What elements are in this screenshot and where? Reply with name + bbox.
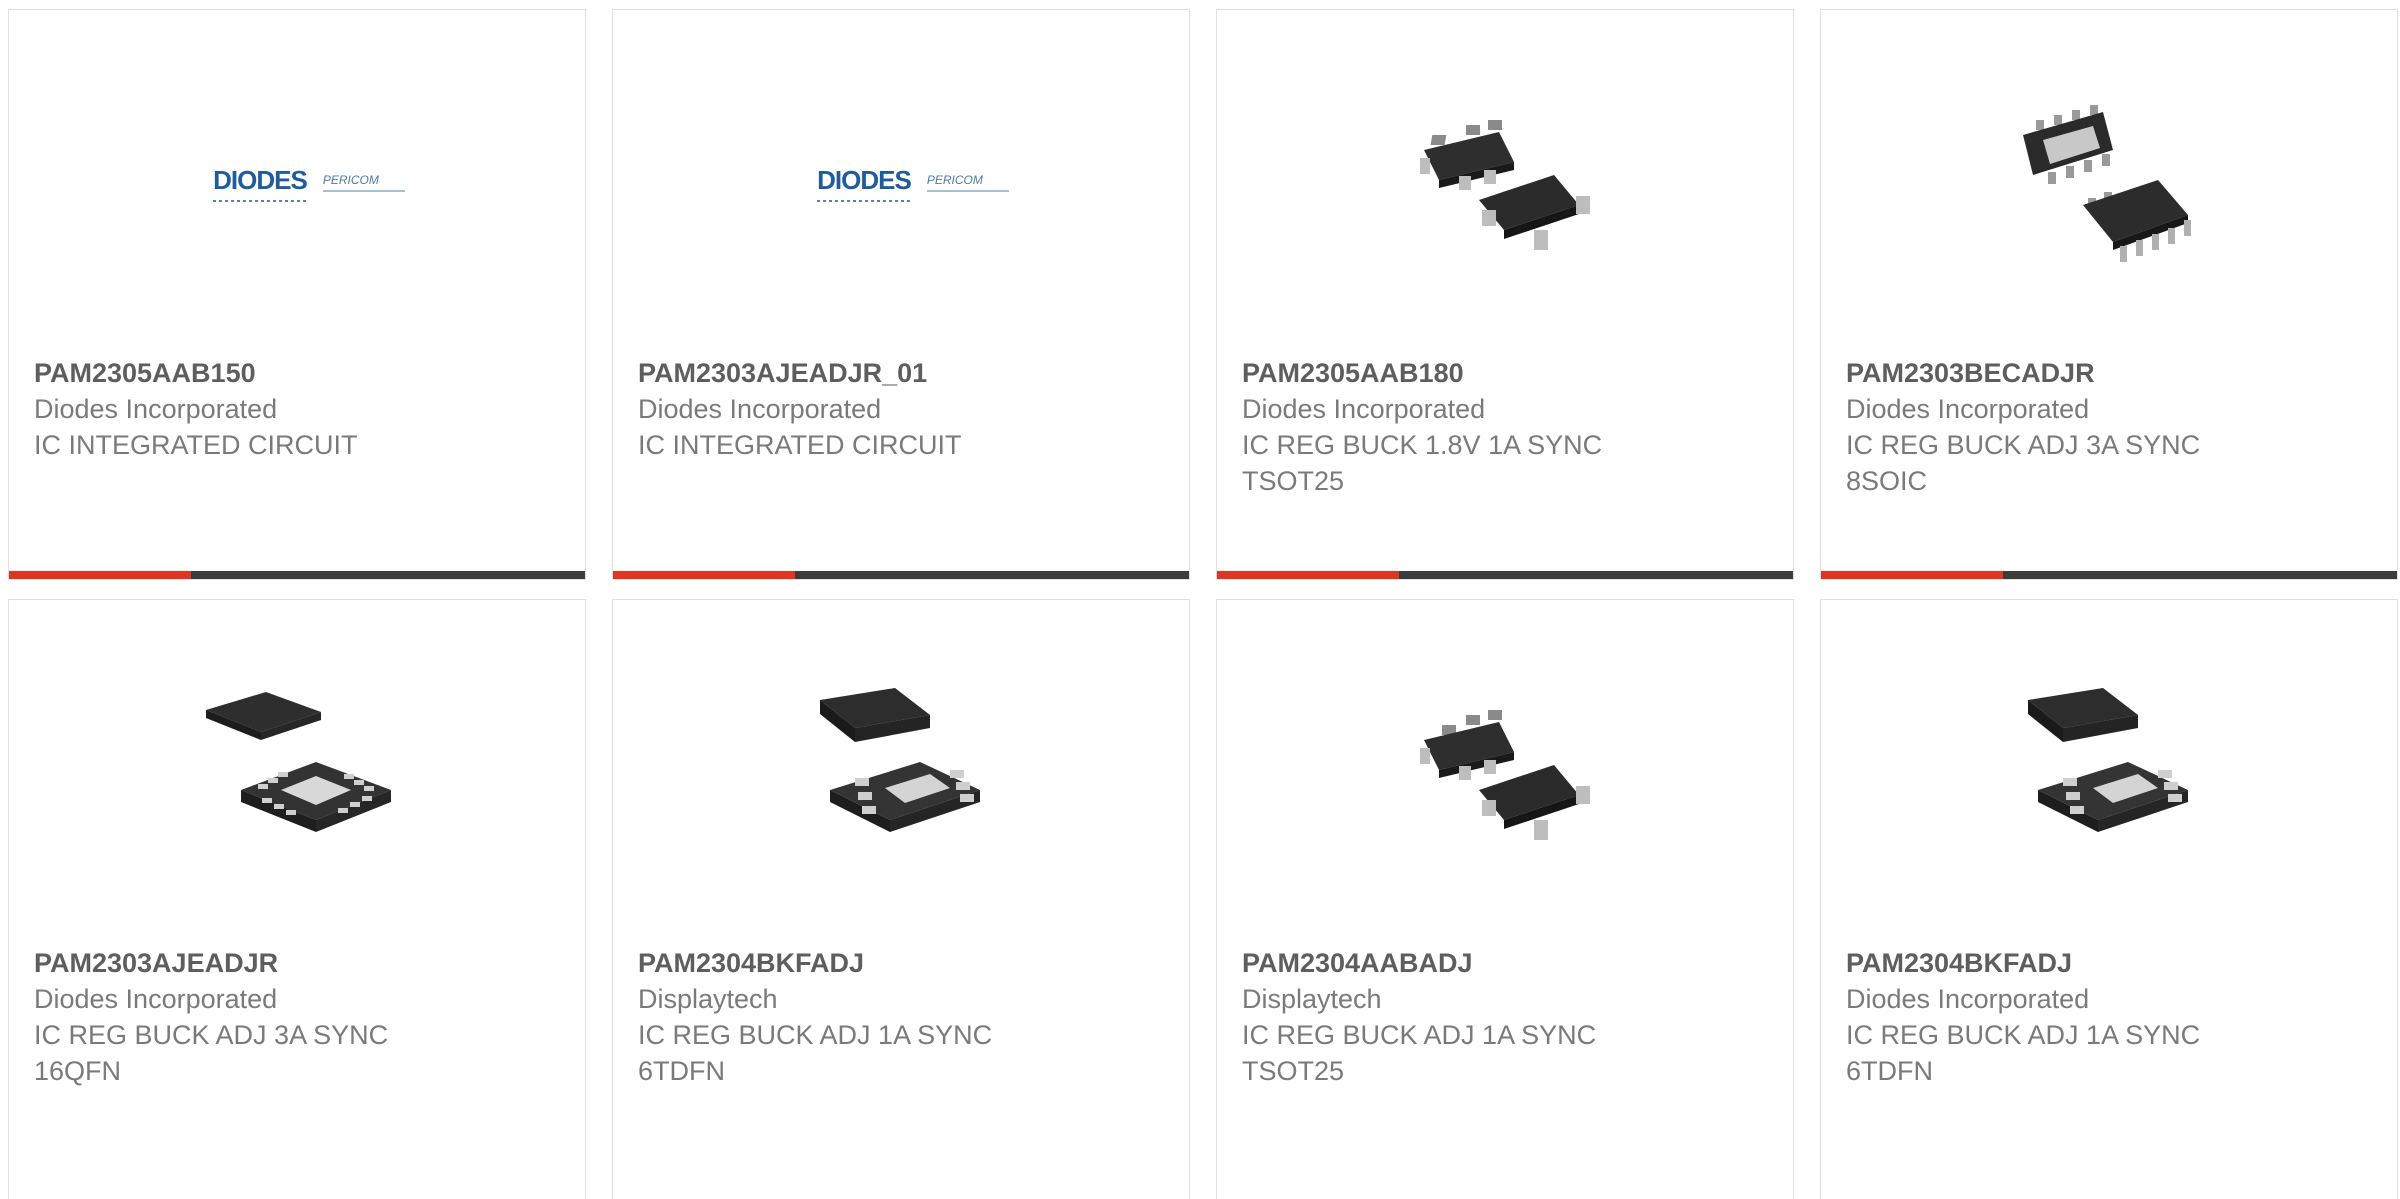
product-card[interactable]: DIODES PERICOM PAM2303AJEADJR_01 Diodes … xyxy=(612,9,1190,580)
logo-brand-pericom: PERICOM xyxy=(926,173,1009,192)
tsot25-package-icon xyxy=(1420,710,1590,840)
logo-brand-diodes: DIODES xyxy=(817,164,912,202)
description: IC REG BUCK ADJ 3A SYNC xyxy=(34,1020,389,1050)
tdfn6-package-icon xyxy=(820,688,980,832)
product-card[interactable]: PAM2303AJEADJR Diodes Incorporated IC RE… xyxy=(8,599,586,1199)
package: TSOT25 xyxy=(1242,1056,1345,1086)
logo-brand-diodes: DIODES xyxy=(213,164,308,202)
description: IC REG BUCK ADJ 1A SYNC xyxy=(1242,1020,1597,1050)
product-image[interactable]: DIODES PERICOM xyxy=(196,80,405,280)
product-image[interactable] xyxy=(2008,80,2208,280)
card-accent-bar xyxy=(1217,571,1793,579)
soic8-package-icon xyxy=(2023,105,2191,262)
package: 8SOIC xyxy=(1846,466,1928,496)
manufacturer: Diodes Incorporated xyxy=(34,394,278,424)
manufacturer: Diodes Incorporated xyxy=(638,394,882,424)
product-image[interactable] xyxy=(1404,670,1604,870)
part-number[interactable]: PAM2303AJEADJR_01 xyxy=(638,355,1158,391)
part-number[interactable]: PAM2304AABADJ xyxy=(1242,945,1762,981)
description: IC INTEGRATED CIRCUIT xyxy=(34,430,358,460)
part-number[interactable]: PAM2303BECADJR xyxy=(1846,355,2366,391)
package: 6TDFN xyxy=(638,1056,725,1086)
part-number[interactable]: PAM2304BKFADJ xyxy=(1846,945,2366,981)
product-image[interactable] xyxy=(196,670,396,870)
package: 16QFN xyxy=(34,1056,122,1086)
product-card[interactable]: PAM2304AABADJ Displaytech IC REG BUCK AD… xyxy=(1216,599,1794,1199)
product-card[interactable]: PAM2304BKFADJ Diodes Incorporated IC REG… xyxy=(1820,599,2398,1199)
qfn16-package-icon xyxy=(206,692,391,832)
manufacturer: Diodes Incorporated xyxy=(34,984,278,1014)
card-accent-bar xyxy=(9,571,585,579)
part-number[interactable]: PAM2303AJEADJR xyxy=(34,945,554,981)
tdfn6-package-icon xyxy=(2028,688,2188,832)
description: IC REG BUCK 1.8V 1A SYNC xyxy=(1242,430,1603,460)
manufacturer: Diodes Incorporated xyxy=(1846,394,2090,424)
product-card[interactable]: DIODES PERICOM PAM2305AAB150 Diodes Inco… xyxy=(8,9,586,580)
product-image[interactable]: DIODES PERICOM xyxy=(800,80,1009,280)
part-number[interactable]: PAM2305AAB150 xyxy=(34,355,554,391)
description: IC REG BUCK ADJ 3A SYNC xyxy=(1846,430,2201,460)
package: TSOT25 xyxy=(1242,466,1345,496)
product-image[interactable] xyxy=(2008,670,2208,870)
card-accent-bar xyxy=(613,571,1189,579)
manufacturer: Displaytech xyxy=(638,984,778,1014)
tsot25-package-icon xyxy=(1420,120,1590,250)
manufacturer: Displaytech xyxy=(1242,984,1382,1014)
package: 6TDFN xyxy=(1846,1056,1933,1086)
product-card[interactable]: PAM2303BECADJR Diodes Incorporated IC RE… xyxy=(1820,9,2398,580)
product-image[interactable] xyxy=(800,670,1000,870)
manufacturer: Diodes Incorporated xyxy=(1242,394,1486,424)
part-number[interactable]: PAM2305AAB180 xyxy=(1242,355,1762,391)
description: IC INTEGRATED CIRCUIT xyxy=(638,430,962,460)
card-accent-bar xyxy=(1821,571,2397,579)
product-card[interactable]: PAM2304BKFADJ Displaytech IC REG BUCK AD… xyxy=(612,599,1190,1199)
description: IC REG BUCK ADJ 1A SYNC xyxy=(1846,1020,2201,1050)
description: IC REG BUCK ADJ 1A SYNC xyxy=(638,1020,993,1050)
manufacturer: Diodes Incorporated xyxy=(1846,984,2090,1014)
diodes-pericom-logo: DIODES PERICOM xyxy=(817,164,1009,202)
logo-brand-pericom: PERICOM xyxy=(322,173,405,192)
part-number[interactable]: PAM2304BKFADJ xyxy=(638,945,1158,981)
product-image[interactable] xyxy=(1404,80,1604,280)
diodes-pericom-logo: DIODES PERICOM xyxy=(213,164,405,202)
product-card[interactable]: PAM2305AAB180 Diodes Incorporated IC REG… xyxy=(1216,9,1794,580)
